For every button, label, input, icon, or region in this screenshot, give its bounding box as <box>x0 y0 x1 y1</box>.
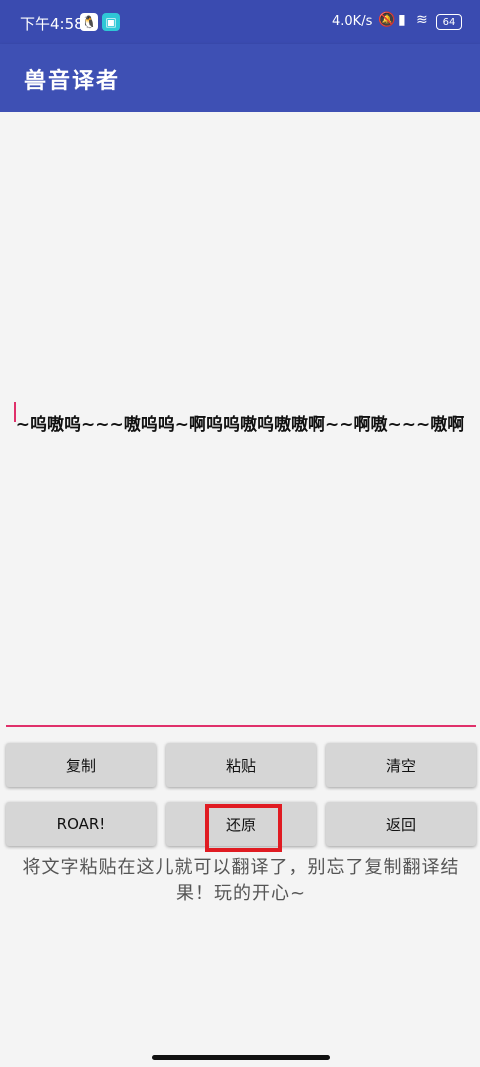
home-gesture-handle[interactable] <box>152 1055 330 1060</box>
wifi-icon: ≋ <box>416 12 428 28</box>
translation-text: ~呜嗷呜~~~嗷呜呜~啊呜呜嗷呜嗷嗷啊~~啊嗷~~~嗷啊 <box>15 415 465 435</box>
usage-hint: 将文字粘贴在这儿就可以翻译了，别忘了复制翻译结果！玩的开心~ <box>22 857 460 904</box>
signal-icon: ▮ <box>398 12 406 28</box>
back-button[interactable]: 返回 <box>326 802 476 846</box>
battery-level: 64 <box>442 16 456 28</box>
restore-highlight-box <box>205 804 282 852</box>
qq-penguin-icon: 🐧 <box>80 13 98 31</box>
app-bar: 兽音译者 <box>0 44 480 112</box>
app-title: 兽音译者 <box>24 69 121 94</box>
network-speed: 4.0K/s <box>332 14 373 29</box>
app-notification-icon: ▣ <box>102 13 120 31</box>
text-cursor <box>14 402 16 422</box>
battery-icon: 64 <box>436 14 462 30</box>
roar-button[interactable]: ROAR! <box>6 802 156 846</box>
clear-button[interactable]: 清空 <box>326 743 476 787</box>
mute-bell-icon: 🔕 <box>378 12 396 28</box>
status-time: 下午4:58 <box>20 15 84 33</box>
copy-button[interactable]: 复制 <box>6 743 156 787</box>
translation-input[interactable]: ~呜嗷呜~~~嗷呜呜~啊呜呜嗷呜嗷嗷啊~~啊嗷~~~嗷啊 <box>6 124 474 726</box>
paste-button[interactable]: 粘贴 <box>166 743 316 787</box>
status-bar: 下午4:58 🐧 ▣ 4.0K/s 🔕 ▮ ≋ 64 <box>0 0 480 44</box>
input-underline <box>6 725 476 727</box>
